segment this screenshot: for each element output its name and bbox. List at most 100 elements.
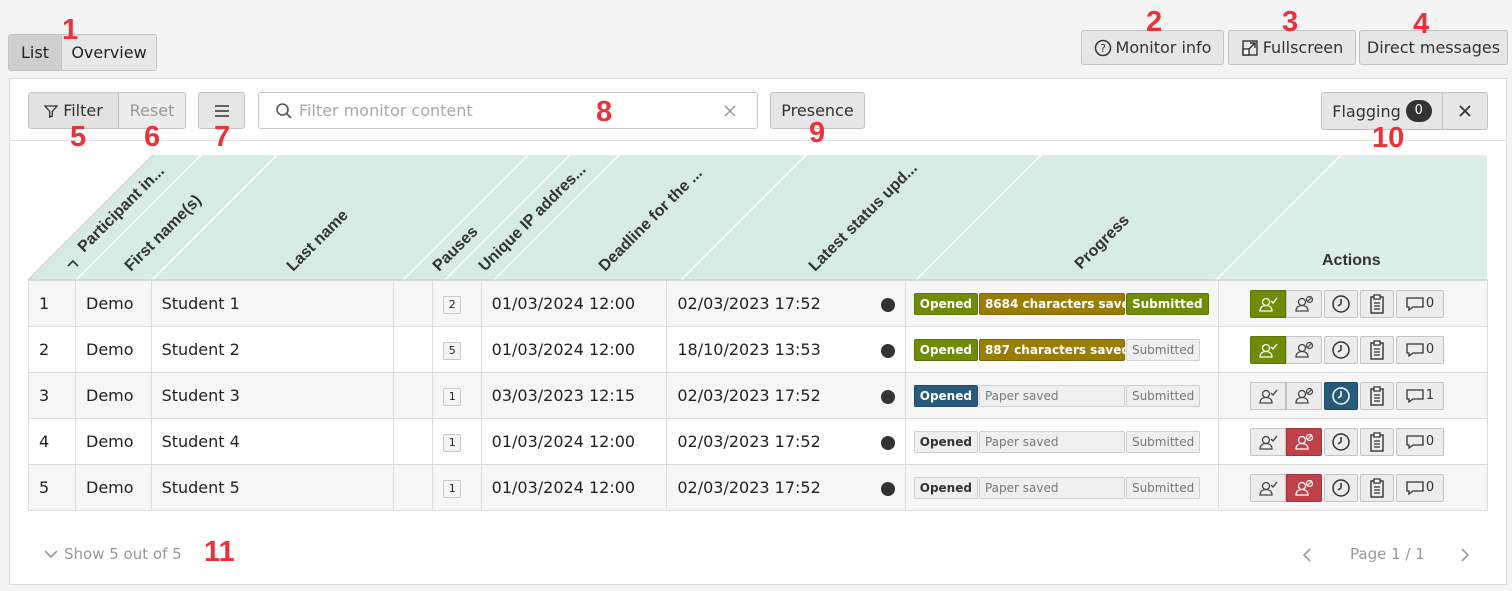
cell-progress: Opened Paper saved Submitted <box>904 418 1219 465</box>
saved-status: 8684 characters saved <box>978 292 1138 315</box>
user-check-icon <box>1258 389 1278 404</box>
presence-action-group <box>1249 381 1322 410</box>
mark-absent-button[interactable] <box>1285 335 1322 364</box>
cell-progress: Opened 8684 characters savedSubmitted <box>904 280 1219 327</box>
messages-count: 0 <box>1425 342 1435 357</box>
callout-8: 8 <box>596 96 613 128</box>
chevron-left-icon <box>1302 548 1311 562</box>
cell-latest-status: 02/03/2023 17:52 <box>666 464 906 511</box>
cell-pauses-empty <box>392 326 434 373</box>
speech-bubble-icon <box>1406 480 1424 495</box>
cell-number: 1 <box>28 280 76 327</box>
mark-present-button[interactable] <box>1249 381 1286 410</box>
cell-first-name: Demo <box>75 280 152 327</box>
prev-page-button[interactable] <box>1302 547 1312 567</box>
extend-time-button[interactable] <box>1323 335 1358 364</box>
cell-deadline: 03/03/2023 12:15 <box>480 372 668 419</box>
cell-pauses-empty <box>392 418 434 465</box>
latest-status-time: 18/10/2023 13:53 <box>677 340 821 359</box>
clipboard-icon <box>1369 339 1384 360</box>
messages-button[interactable]: 0 <box>1395 289 1444 318</box>
cell-latest-status: 02/03/2023 17:52 <box>666 418 906 465</box>
submitted-status: Submitted <box>1125 384 1201 407</box>
mark-present-button[interactable] <box>1249 335 1286 364</box>
presence-action-group <box>1249 289 1322 318</box>
extend-time-button[interactable] <box>1323 473 1358 502</box>
messages-count: 1 <box>1425 388 1435 403</box>
show-more-button[interactable]: Show 5 out of 5 <box>44 545 182 563</box>
user-check-icon <box>1258 435 1278 450</box>
cell-pauses: 1 <box>432 464 482 511</box>
cell-deadline: 01/03/2024 12:00 <box>480 280 668 327</box>
extend-time-button[interactable] <box>1323 289 1358 318</box>
pauses-badge: 5 <box>443 342 462 360</box>
opened-status: Opened <box>913 338 978 361</box>
messages-count: 0 <box>1425 434 1435 449</box>
pauses-badge: 2 <box>443 296 462 314</box>
latest-status-time: 02/03/2023 17:52 <box>677 294 821 313</box>
opened-status: Opened <box>913 476 978 499</box>
saved-status: 887 characters saved <box>978 338 1130 361</box>
submitted-status: Submitted <box>1125 338 1201 361</box>
cell-deadline: 01/03/2024 12:00 <box>480 326 668 373</box>
mark-present-button[interactable] <box>1249 427 1286 456</box>
extend-time-button[interactable] <box>1323 427 1358 456</box>
clipboard-button[interactable] <box>1359 427 1394 456</box>
cell-actions: 1 <box>1217 372 1489 419</box>
chevron-down-icon <box>44 550 58 559</box>
speech-bubble-icon <box>1406 342 1424 357</box>
presence-action-group <box>1249 473 1322 502</box>
presence-dot <box>880 343 895 358</box>
opened-status: Opened <box>913 292 978 315</box>
cell-last-name: Student 3 <box>150 372 394 419</box>
clipboard-icon <box>1369 477 1384 498</box>
messages-count: 0 <box>1425 480 1435 495</box>
messages-button[interactable]: 1 <box>1395 381 1444 410</box>
submitted-status: Submitted <box>1125 476 1201 499</box>
table-row: 1 Demo Student 1 2 01/03/2024 12:00 02/03/202… <box>28 280 1489 327</box>
table-row: 3 Demo Student 3 1 03/03/2023 12:15 02/03/202… <box>28 372 1489 419</box>
mark-present-button[interactable] <box>1249 289 1286 318</box>
table-row: 5 Demo Student 5 1 01/03/2024 12:00 02/03/202… <box>28 464 1489 511</box>
clock-icon <box>1331 432 1350 451</box>
speech-bubble-icon <box>1406 296 1424 311</box>
messages-button[interactable]: 0 <box>1395 427 1444 456</box>
clipboard-button[interactable] <box>1359 289 1394 318</box>
clipboard-button[interactable] <box>1359 381 1394 410</box>
submitted-status: Submitted <box>1125 292 1209 315</box>
next-page-button[interactable] <box>1460 547 1470 567</box>
messages-button[interactable]: 0 <box>1395 335 1444 364</box>
user-check-icon <box>1258 481 1278 496</box>
pauses-badge: 1 <box>443 480 462 498</box>
cell-number: 4 <box>28 418 76 465</box>
clock-icon <box>1331 386 1350 405</box>
presence-action-group <box>1249 335 1322 364</box>
participants-table: 1 Demo Student 1 2 01/03/2024 12:00 02/03/202… <box>28 280 1489 511</box>
table-row: 4 Demo Student 4 1 01/03/2024 12:00 02/03/202… <box>28 418 1489 465</box>
latest-status-time: 02/03/2023 17:52 <box>677 478 821 497</box>
cell-pauses-empty <box>392 372 434 419</box>
mark-absent-button[interactable] <box>1285 473 1322 502</box>
clipboard-button[interactable] <box>1359 473 1394 502</box>
saved-status: Paper saved <box>978 476 1125 499</box>
cell-last-name: Student 4 <box>150 418 394 465</box>
presence-dot <box>880 297 895 312</box>
clipboard-icon <box>1369 293 1384 314</box>
cell-number: 3 <box>28 372 76 419</box>
extend-time-button[interactable] <box>1323 381 1358 410</box>
messages-button[interactable]: 0 <box>1395 473 1444 502</box>
clock-icon <box>1331 478 1350 497</box>
mark-absent-button[interactable] <box>1285 427 1322 456</box>
submitted-status: Submitted <box>1125 430 1201 453</box>
clipboard-button[interactable] <box>1359 335 1394 364</box>
mark-absent-button[interactable] <box>1285 381 1322 410</box>
pauses-badge: 1 <box>443 388 462 406</box>
cell-last-name: Student 1 <box>150 280 394 327</box>
callout-4: 4 <box>1413 8 1430 40</box>
user-block-icon <box>1294 341 1313 358</box>
cell-actions: 0 <box>1217 464 1489 511</box>
callout-10: 10 <box>1372 122 1405 154</box>
mark-absent-button[interactable] <box>1285 289 1322 318</box>
cell-last-name: Student 5 <box>150 464 394 511</box>
mark-present-button[interactable] <box>1249 473 1286 502</box>
